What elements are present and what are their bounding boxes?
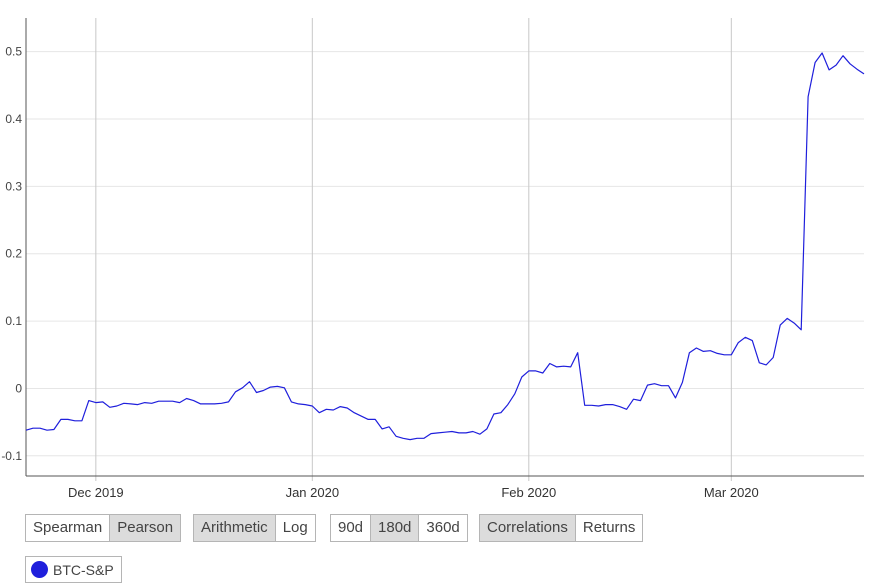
scale-toggle: Arithmetic Log: [193, 514, 316, 542]
x-tick-label: Mar 2020: [704, 485, 759, 500]
x-tick-label: Dec 2019: [68, 485, 124, 500]
legend-swatch: [31, 561, 48, 578]
y-tick-label: 0: [15, 381, 22, 395]
legend-label: BTC-S&P: [53, 561, 114, 578]
legend-item-btc-sp[interactable]: BTC-S&P: [25, 556, 122, 583]
spearman-button[interactable]: Spearman: [26, 515, 111, 541]
x-axis-ticks: Dec 2019 Jan 2020 Feb 2020 Mar 2020: [68, 485, 759, 500]
x-tick-label: Jan 2020: [286, 485, 340, 500]
period-90d-button[interactable]: 90d: [331, 515, 372, 541]
period-360d-button[interactable]: 360d: [419, 515, 466, 541]
axes: [25, 18, 864, 477]
pearson-button[interactable]: Pearson: [110, 515, 181, 541]
log-button[interactable]: Log: [276, 515, 315, 541]
y-tick-label: 0.4: [5, 112, 22, 126]
correlations-button[interactable]: Correlations: [480, 515, 576, 541]
period-180d-button[interactable]: 180d: [371, 515, 420, 541]
series-line-btc-sp: [25, 52, 865, 441]
grid: [26, 18, 864, 481]
y-tick-label: 0.3: [5, 179, 22, 193]
y-tick-label: 0.1: [5, 314, 22, 328]
returns-button[interactable]: Returns: [576, 515, 643, 541]
correlation-chart: -0.1 0 0.1 0.2 0.3 0.4 0.5 Dec 2019 Jan 2020 Feb…: [1, 18, 865, 500]
y-tick-label: 0.5: [5, 45, 22, 59]
series: [25, 52, 865, 441]
method-toggle: Spearman Pearson: [25, 514, 182, 542]
y-tick-label: 0.2: [5, 247, 22, 261]
x-tick-label: Feb 2020: [501, 485, 556, 500]
y-axis-ticks: -0.1 0 0.1 0.2 0.3 0.4 0.5: [1, 45, 22, 463]
view-toggle: Correlations Returns: [479, 514, 644, 542]
y-tick-label: -0.1: [1, 449, 22, 463]
period-toggle: 90d 180d 360d: [330, 514, 468, 542]
arithmetic-button[interactable]: Arithmetic: [194, 515, 276, 541]
